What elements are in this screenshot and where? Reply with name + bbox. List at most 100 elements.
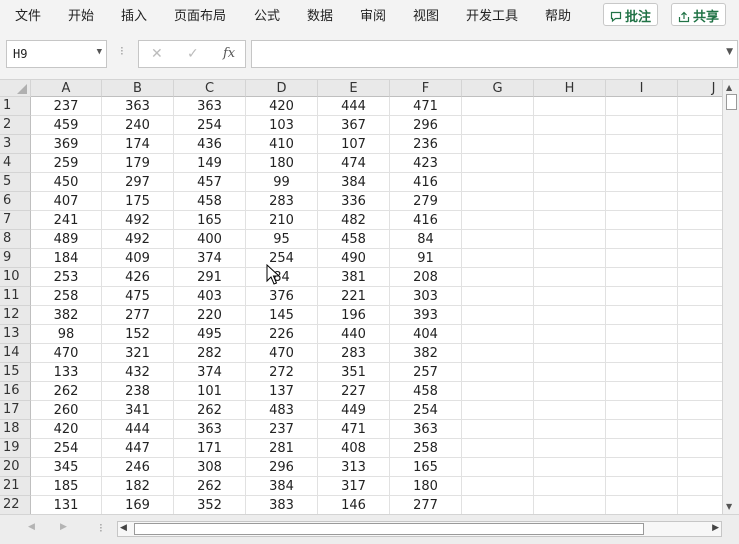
cell-i4[interactable]	[606, 154, 678, 173]
cell-c2[interactable]: 254	[174, 116, 246, 135]
cell-f11[interactable]: 303	[390, 287, 462, 306]
cell-c7[interactable]: 165	[174, 211, 246, 230]
cell-h9[interactable]	[534, 249, 606, 268]
cell-c14[interactable]: 282	[174, 344, 246, 363]
cell-c12[interactable]: 220	[174, 306, 246, 325]
cell-d12[interactable]: 145	[246, 306, 318, 325]
cell-d15[interactable]: 272	[246, 363, 318, 382]
cell-a20[interactable]: 345	[31, 458, 102, 477]
cell-a17[interactable]: 260	[31, 401, 102, 420]
cell-f16[interactable]: 458	[390, 382, 462, 401]
cell-i9[interactable]	[606, 249, 678, 268]
expand-formula-icon[interactable]: ▼	[726, 47, 733, 57]
cell-j8[interactable]	[678, 230, 722, 249]
cell-e17[interactable]: 449	[318, 401, 390, 420]
vertical-scrollbar[interactable]: ▲ ▼	[722, 80, 739, 514]
cell-e7[interactable]: 482	[318, 211, 390, 230]
cell-d4[interactable]: 180	[246, 154, 318, 173]
row-header[interactable]: 6	[0, 192, 31, 211]
cell-d2[interactable]: 103	[246, 116, 318, 135]
cell-c16[interactable]: 101	[174, 382, 246, 401]
cell-f9[interactable]: 91	[390, 249, 462, 268]
tab-splitter-icon[interactable]: ⁝	[99, 521, 103, 535]
cell-g18[interactable]	[462, 420, 534, 439]
cell-j11[interactable]	[678, 287, 722, 306]
cell-f6[interactable]: 279	[390, 192, 462, 211]
insert-function-button[interactable]: fx	[223, 46, 235, 61]
cell-c13[interactable]: 495	[174, 325, 246, 344]
cell-j9[interactable]	[678, 249, 722, 268]
scroll-down-icon[interactable]: ▼	[726, 502, 732, 511]
cell-d3[interactable]: 410	[246, 135, 318, 154]
cell-b1[interactable]: 363	[102, 97, 174, 116]
cell-g1[interactable]	[462, 97, 534, 116]
cell-b9[interactable]: 409	[102, 249, 174, 268]
cell-i1[interactable]	[606, 97, 678, 116]
vertical-scroll-thumb[interactable]	[726, 94, 737, 110]
cell-g5[interactable]	[462, 173, 534, 192]
menu-formulas[interactable]: 公式	[254, 5, 280, 24]
cell-a15[interactable]: 133	[31, 363, 102, 382]
cell-e10[interactable]: 381	[318, 268, 390, 287]
cell-f18[interactable]: 363	[390, 420, 462, 439]
row-header[interactable]: 5	[0, 173, 31, 192]
column-header-j[interactable]: J	[678, 80, 722, 97]
cell-c15[interactable]: 374	[174, 363, 246, 382]
cell-h21[interactable]	[534, 477, 606, 496]
cell-i16[interactable]	[606, 382, 678, 401]
cell-h8[interactable]	[534, 230, 606, 249]
cell-j16[interactable]	[678, 382, 722, 401]
menu-home[interactable]: 开始	[68, 5, 94, 24]
cell-d14[interactable]: 470	[246, 344, 318, 363]
cell-h10[interactable]	[534, 268, 606, 287]
menu-help[interactable]: 帮助	[545, 5, 571, 24]
cell-f7[interactable]: 416	[390, 211, 462, 230]
cell-e21[interactable]: 317	[318, 477, 390, 496]
row-header[interactable]: 15	[0, 363, 31, 382]
menu-developer[interactable]: 开发工具	[466, 5, 518, 24]
cell-a21[interactable]: 185	[31, 477, 102, 496]
cell-i8[interactable]	[606, 230, 678, 249]
menu-file[interactable]: 文件	[15, 5, 41, 24]
cell-h15[interactable]	[534, 363, 606, 382]
select-all-button[interactable]	[0, 80, 31, 97]
cell-i10[interactable]	[606, 268, 678, 287]
row-header[interactable]: 14	[0, 344, 31, 363]
cell-g6[interactable]	[462, 192, 534, 211]
cell-f22[interactable]: 277	[390, 496, 462, 514]
cell-f20[interactable]: 165	[390, 458, 462, 477]
cell-e3[interactable]: 107	[318, 135, 390, 154]
cell-c22[interactable]: 352	[174, 496, 246, 514]
cell-b5[interactable]: 297	[102, 173, 174, 192]
cell-a7[interactable]: 241	[31, 211, 102, 230]
cell-g3[interactable]	[462, 135, 534, 154]
cell-g19[interactable]	[462, 439, 534, 458]
menu-review[interactable]: 审阅	[360, 5, 386, 24]
cell-h1[interactable]	[534, 97, 606, 116]
cell-b6[interactable]: 175	[102, 192, 174, 211]
cell-g12[interactable]	[462, 306, 534, 325]
cell-h7[interactable]	[534, 211, 606, 230]
cell-h13[interactable]	[534, 325, 606, 344]
cell-f3[interactable]: 236	[390, 135, 462, 154]
cell-f2[interactable]: 296	[390, 116, 462, 135]
cell-d22[interactable]: 383	[246, 496, 318, 514]
cell-e9[interactable]: 490	[318, 249, 390, 268]
cell-h20[interactable]	[534, 458, 606, 477]
cell-b2[interactable]: 240	[102, 116, 174, 135]
cell-c5[interactable]: 457	[174, 173, 246, 192]
cell-a12[interactable]: 382	[31, 306, 102, 325]
cell-h11[interactable]	[534, 287, 606, 306]
cell-e22[interactable]: 146	[318, 496, 390, 514]
column-header-c[interactable]: C	[174, 80, 246, 97]
cell-j22[interactable]	[678, 496, 722, 514]
cell-c21[interactable]: 262	[174, 477, 246, 496]
cell-a6[interactable]: 407	[31, 192, 102, 211]
cell-i3[interactable]	[606, 135, 678, 154]
cell-b22[interactable]: 169	[102, 496, 174, 514]
row-header[interactable]: 12	[0, 306, 31, 325]
cell-h6[interactable]	[534, 192, 606, 211]
scroll-up-icon[interactable]: ▲	[726, 83, 732, 92]
cell-h14[interactable]	[534, 344, 606, 363]
cell-a19[interactable]: 254	[31, 439, 102, 458]
